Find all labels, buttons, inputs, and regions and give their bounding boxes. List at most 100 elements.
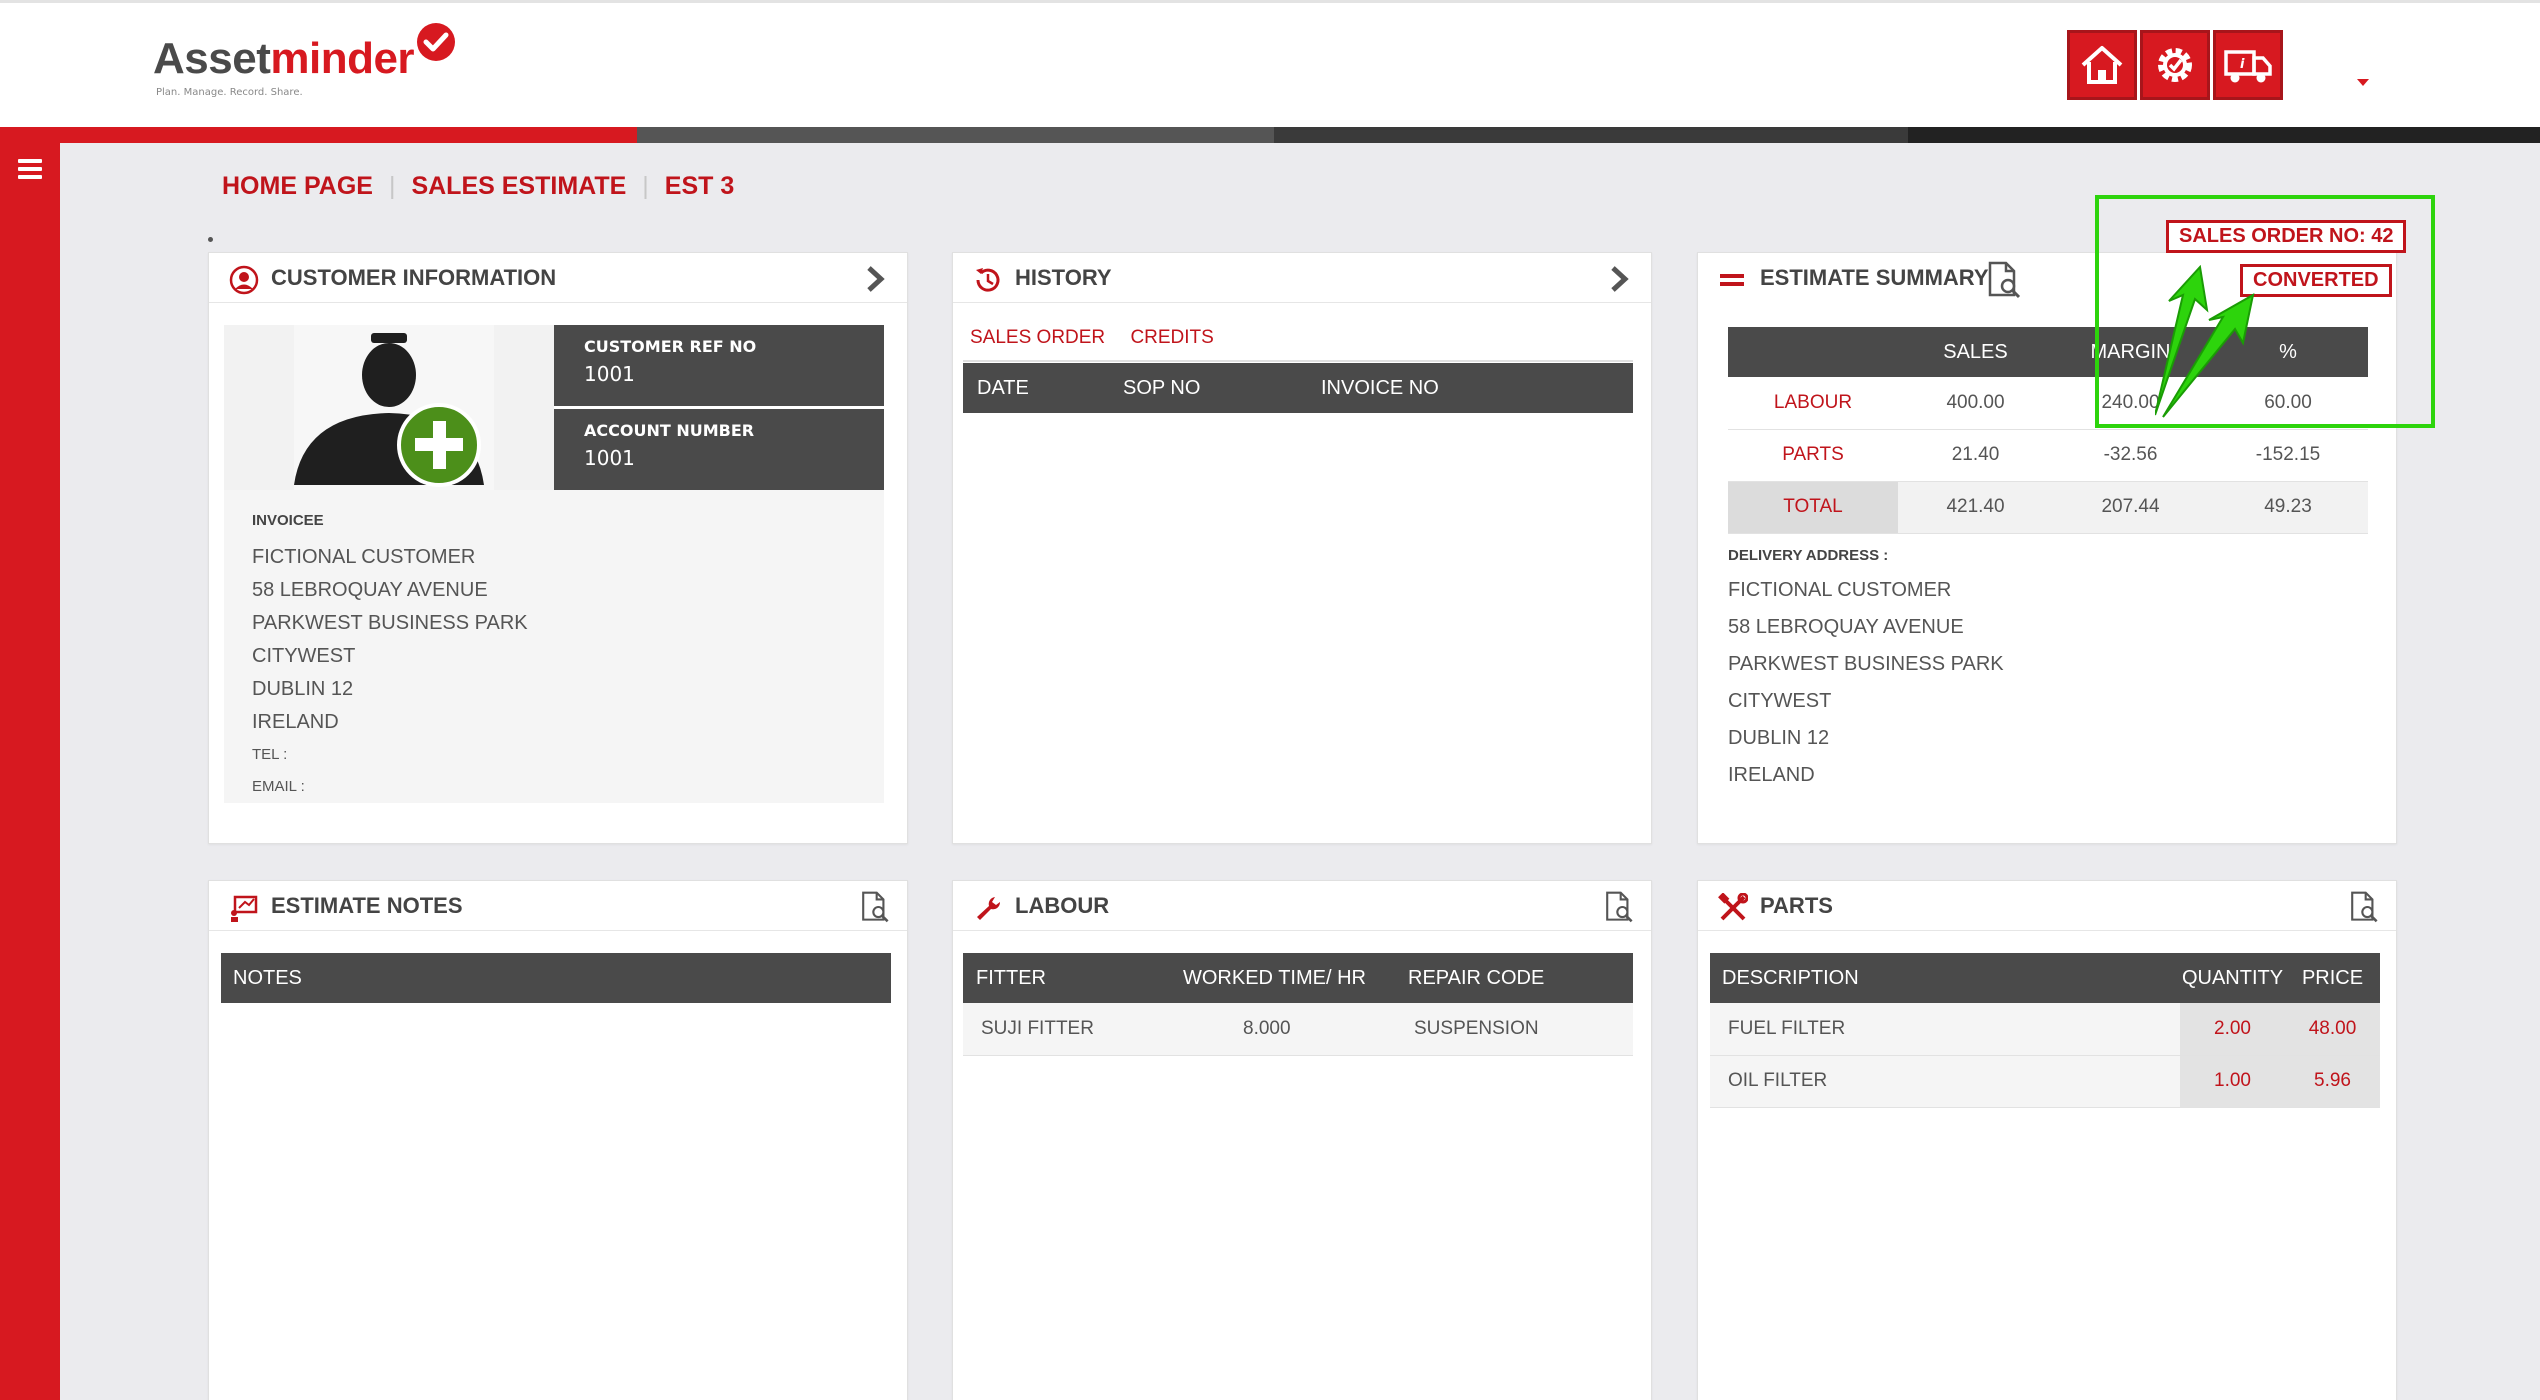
panel-title: LABOUR <box>1015 893 1110 918</box>
customer-avatar-add[interactable] <box>224 325 554 490</box>
address-line: IRELAND <box>252 711 339 733</box>
vehicle-button[interactable]: i <box>2213 30 2283 100</box>
home-button[interactable] <box>2067 30 2137 100</box>
notes-board-icon <box>231 895 258 922</box>
percent-cell: -152.15 <box>2208 429 2368 482</box>
tab-divider <box>963 360 1633 362</box>
fitter-cell: SUJI FITTER <box>963 1003 1183 1056</box>
panel-title: CUSTOMER INFORMATION <box>271 265 557 290</box>
repair-code-cell: SUSPENSION <box>1408 1003 1633 1056</box>
table-header-row: DATE SOP NO INVOICE NO <box>963 363 1633 413</box>
document-search-icon[interactable] <box>1986 261 2022 299</box>
column-header[interactable]: INVOICE NO <box>1321 363 1633 413</box>
account-number-box: ACCOUNT NUMBER 1001 <box>554 409 884 490</box>
crossed-tools-icon <box>1718 893 1748 921</box>
column-header: WORKED TIME/ HR <box>1183 953 1408 1003</box>
delivery-address: DELIVERY ADDRESS : FICTIONAL CUSTOMER 58… <box>1728 547 2004 794</box>
panel-header: LABOUR <box>953 881 1651 931</box>
address-line: IRELAND <box>1728 764 1815 786</box>
column-header: FITTER <box>963 953 1183 1003</box>
document-search-icon[interactable] <box>1603 891 1635 923</box>
address-line: CITYWEST <box>252 645 356 667</box>
chevron-right-icon[interactable] <box>859 263 891 295</box>
notes-header: NOTES <box>221 953 891 1003</box>
sales-cell: 400.00 <box>1898 377 2053 430</box>
column-header[interactable]: DATE <box>963 363 1123 413</box>
breadcrumb-current[interactable]: EST 3 <box>665 172 734 201</box>
document-search-icon[interactable] <box>2348 891 2380 923</box>
panel-header: PARTS <box>1698 881 2396 931</box>
history-clock-icon <box>976 268 1000 292</box>
column-header[interactable]: SOP NO <box>1123 363 1321 413</box>
breadcrumb: HOME PAGE | SALES ESTIMATE | EST 3 <box>222 172 734 201</box>
worked-time-cell: 8.000 <box>1183 1003 1408 1056</box>
logo-tagline: Plan. Manage. Record. Share. <box>156 87 303 98</box>
account-number-value: 1001 <box>584 446 635 470</box>
tel-label: TEL : <box>252 746 288 763</box>
history-table: DATE SOP NO INVOICE NO <box>963 363 1633 413</box>
address-line: DUBLIN 12 <box>1728 727 1830 749</box>
hamburger-menu-icon[interactable] <box>18 159 42 179</box>
address-line: FICTIONAL CUSTOMER <box>252 546 476 568</box>
quantity-cell[interactable]: 2.00 <box>2180 1003 2285 1056</box>
table-row[interactable]: OIL FILTER 1.00 5.96 <box>1710 1055 2380 1108</box>
panel-title: ESTIMATE NOTES <box>271 893 463 918</box>
logo-checkmark-icon <box>417 23 455 61</box>
breadcrumb-sales-estimate[interactable]: SALES ESTIMATE <box>411 172 626 201</box>
margin-cell: -32.56 <box>2053 429 2208 482</box>
settings-button[interactable] <box>2140 30 2210 100</box>
assetminder-logo[interactable]: Assetminder Plan. Manage. Record. Share. <box>153 23 473 105</box>
chevron-right-icon[interactable] <box>1603 263 1635 295</box>
svg-text:i: i <box>2240 57 2245 72</box>
quantity-cell[interactable]: 1.00 <box>2180 1055 2285 1108</box>
percent-cell: 60.00 <box>2208 377 2368 430</box>
labour-table: FITTER WORKED TIME/ HR REPAIR CODE SUJI … <box>963 953 1633 1056</box>
description-cell: OIL FILTER <box>1710 1055 2180 1108</box>
tab-credits[interactable]: CREDITS <box>1130 327 1213 348</box>
column-header: DESCRIPTION <box>1710 953 2180 1003</box>
row-label: LABOUR <box>1728 377 1898 430</box>
header-color-strip <box>0 127 2540 143</box>
table-row[interactable]: FUEL FILTER 2.00 48.00 <box>1710 1003 2380 1056</box>
sales-cell: 21.40 <box>1898 429 2053 482</box>
breadcrumb-separator: | <box>642 172 649 200</box>
top-header: Assetminder Plan. Manage. Record. Share.… <box>0 0 2540 127</box>
document-search-icon[interactable] <box>859 891 891 923</box>
account-number-label: ACCOUNT NUMBER <box>584 421 755 440</box>
table-row[interactable]: SUJI FITTER 8.000 SUSPENSION <box>963 1003 1633 1056</box>
sales-order-number-badge[interactable]: SALES ORDER NO: 42 <box>2166 220 2407 253</box>
wrench-icon <box>977 897 1001 920</box>
estimate-notes-panel: ESTIMATE NOTES NOTES <box>208 880 908 1400</box>
table-header-row: SALES MARGIN % <box>1728 327 2368 377</box>
strip-segment-4 <box>1908 127 2540 143</box>
customer-information-panel: CUSTOMER INFORMATION CUSTOMER REF NO 100… <box>208 252 908 844</box>
customer-ref-box: CUSTOMER REF NO 1001 <box>554 325 884 406</box>
column-header: MARGIN <box>2053 327 2208 377</box>
column-header: QUANTITY <box>2180 953 2285 1003</box>
estimate-summary-table: SALES MARGIN % LABOUR 400.00 240.00 60.0… <box>1728 327 2368 534</box>
price-cell[interactable]: 5.96 <box>2285 1055 2380 1108</box>
column-header: REPAIR CODE <box>1408 953 1633 1003</box>
sidebar <box>0 143 60 1400</box>
email-label: EMAIL : <box>252 778 305 795</box>
panel-header: ESTIMATE NOTES <box>209 881 907 931</box>
margin-cell: 240.00 <box>2053 377 2208 430</box>
strip-segment-1 <box>0 127 637 143</box>
table-row: LABOUR 400.00 240.00 60.00 <box>1728 377 2368 430</box>
price-cell[interactable]: 48.00 <box>2285 1003 2380 1056</box>
invoicee-address: INVOICEE FICTIONAL CUSTOMER 58 LEBROQUAY… <box>224 490 884 803</box>
user-menu-caret-icon[interactable] <box>2357 79 2369 86</box>
tab-sales-order[interactable]: SALES ORDER <box>970 327 1105 348</box>
panel-title: HISTORY <box>1015 265 1112 290</box>
margin-cell: 207.44 <box>2053 481 2208 534</box>
row-label: PARTS <box>1728 429 1898 482</box>
column-header <box>1728 327 1898 377</box>
column-header: PRICE <box>2285 953 2380 1003</box>
labour-panel: LABOUR FITTER WORKED TIME/ HR REPAIR COD… <box>952 880 1652 1400</box>
table-row: PARTS 21.40 -32.56 -152.15 <box>1728 429 2368 482</box>
breadcrumb-home[interactable]: HOME PAGE <box>222 172 373 201</box>
panel-title: PARTS <box>1760 893 1833 918</box>
address-line: PARKWEST BUSINESS PARK <box>252 612 528 634</box>
table-header-row: DESCRIPTION QUANTITY PRICE <box>1710 953 2380 1003</box>
panel-title: ESTIMATE SUMMARY <box>1760 265 1989 290</box>
